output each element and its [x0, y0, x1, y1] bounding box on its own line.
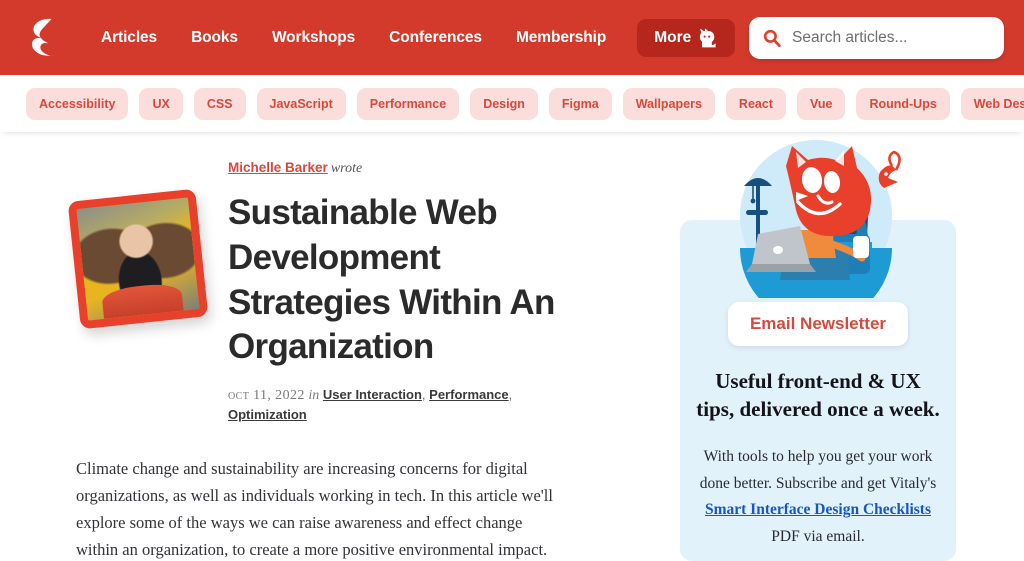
main-navigation: Articles Books Workshops Conferences Mem… [84, 23, 623, 53]
nav-item-workshops[interactable]: Workshops [255, 23, 372, 53]
newsletter-sidebar: Email Newsletter Useful front-end & UX t… [672, 132, 1024, 561]
more-menu-button[interactable]: More [637, 18, 736, 57]
tag-pill-accessibility[interactable]: Accessibility [26, 87, 129, 120]
email-newsletter-badge[interactable]: Email Newsletter [727, 302, 909, 346]
category-tag-bar: Accessibility UX CSS JavaScript Performa… [0, 75, 1024, 132]
newsletter-subtext: With tools to help you get your work don… [696, 444, 940, 551]
logo-s-glyph [32, 18, 52, 56]
tag-pill-javascript[interactable]: JavaScript [256, 87, 346, 120]
article-excerpt: Climate change and sustainability are in… [76, 458, 553, 560]
tag-pill-vue[interactable]: Vue [796, 87, 846, 120]
newsletter-subtext-after: PDF via email. [771, 527, 865, 545]
tag-pill-round-ups[interactable]: Round-Ups [856, 87, 950, 120]
smashing-cat-mascot-illustration [740, 140, 901, 298]
newsletter-content: Email Newsletter Useful front-end & UX t… [680, 302, 956, 550]
tag-pill-design[interactable]: Design [470, 87, 538, 120]
category-link-user-interaction[interactable]: User Interaction [323, 387, 422, 402]
smart-interface-design-checklists-link[interactable]: Smart Interface Design Checklists [705, 501, 931, 518]
smashing-magazine-logo[interactable] [28, 16, 62, 60]
article-text-block: Michelle Barker wrote Sustainable Web Dev… [228, 160, 672, 425]
meta-comma-2: , [508, 387, 513, 403]
page-body: Michelle Barker wrote Sustainable Web Dev… [0, 132, 1024, 561]
featured-article: Michelle Barker wrote Sustainable Web Dev… [0, 132, 672, 561]
tag-pill-css[interactable]: CSS [193, 87, 246, 120]
tag-pill-performance[interactable]: Performance [356, 87, 460, 120]
search-box[interactable] [749, 16, 1004, 59]
article-date: Oct 11, 2022 [228, 388, 305, 404]
category-link-performance[interactable]: Performance [429, 387, 508, 402]
article-meta: Oct 11, 2022 in User Interaction, Perfor… [228, 386, 592, 424]
nav-item-conferences[interactable]: Conferences [372, 23, 499, 53]
search-icon [763, 29, 781, 47]
nav-item-articles[interactable]: Articles [84, 23, 174, 53]
tag-pill-react[interactable]: React [725, 87, 786, 120]
search-input[interactable] [792, 28, 990, 47]
newsletter-subtext-before: With tools to help you get your work don… [699, 447, 937, 492]
site-header: Articles Books Workshops Conferences Mem… [0, 0, 1024, 75]
author-avatar[interactable] [67, 188, 209, 330]
tag-pill-figma[interactable]: Figma [548, 87, 612, 120]
tag-pill-wallpapers[interactable]: Wallpapers [622, 87, 715, 120]
nav-item-books[interactable]: Books [174, 23, 255, 53]
meta-in-label: in [308, 388, 320, 404]
author-link[interactable]: Michelle Barker [228, 160, 328, 175]
tag-pill-ux[interactable]: UX [139, 87, 183, 120]
more-button-label: More [654, 28, 692, 46]
nav-item-membership[interactable]: Membership [499, 23, 623, 53]
cat-icon [700, 27, 716, 47]
newsletter-heading: Useful front-end & UX tips, delivered on… [696, 369, 940, 421]
tag-pill-web-design[interactable]: Web Design [960, 87, 1024, 120]
avatar-photo [76, 197, 200, 321]
byline: Michelle Barker wrote [228, 160, 592, 177]
article-title[interactable]: Sustainable Web Development Strategies W… [228, 191, 592, 370]
byline-wrote-label: wrote [330, 161, 363, 176]
category-link-optimization[interactable]: Optimization [228, 407, 307, 422]
meta-comma-1: , [421, 387, 426, 403]
